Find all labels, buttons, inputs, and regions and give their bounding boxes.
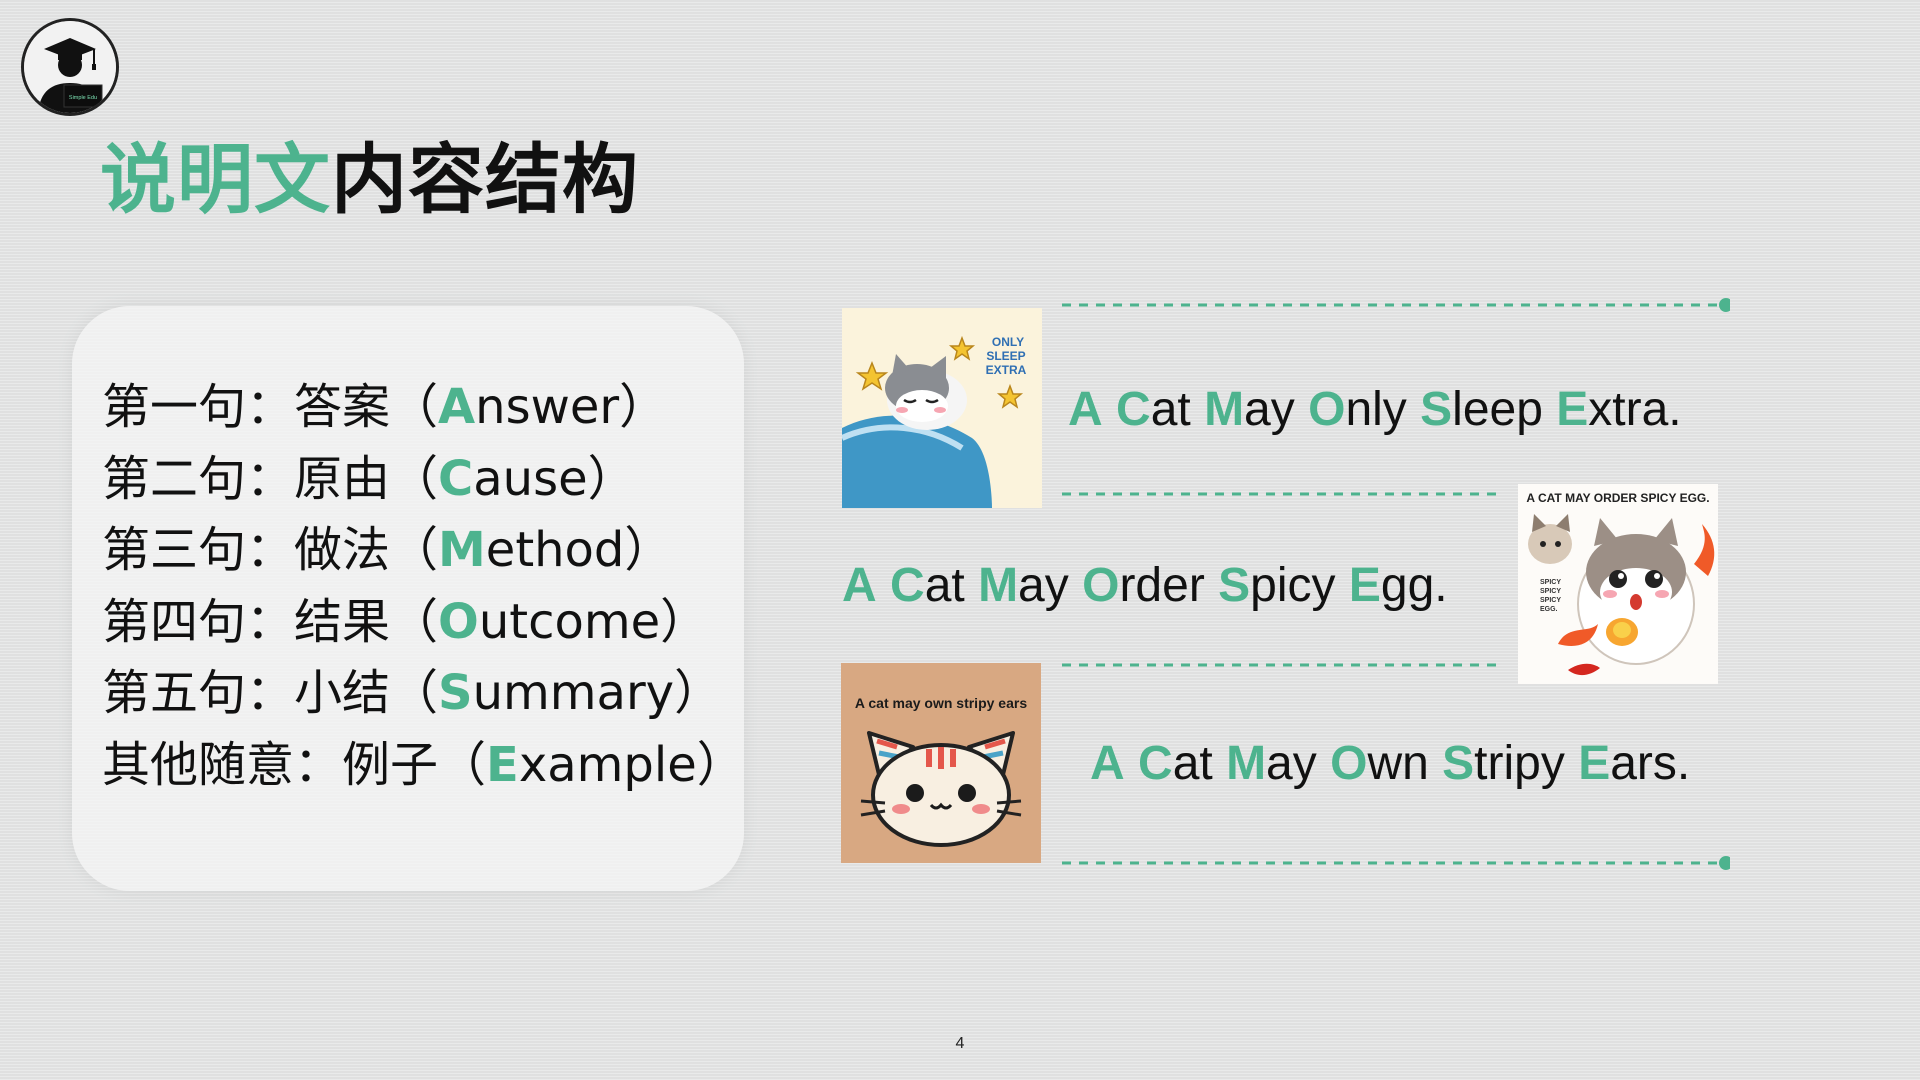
structure-item-initial: C (438, 450, 474, 507)
structure-item-rest: ethod） (485, 522, 673, 578)
egg-side-line-3: SPICY (1540, 597, 1561, 604)
mnemonic-rest: ay (1018, 559, 1069, 612)
structure-item-outcome: 第四句：结果（Outcome） (102, 587, 745, 659)
mnemonic-rest: gg. (1380, 559, 1448, 612)
structure-list: 第一句：答案（Answer） 第二句：原由（Cause） 第三句：做法（Meth… (102, 372, 745, 801)
stripy-ears-cat-icon: A cat may own stripy ears (841, 663, 1041, 863)
structure-item-rest: ummary） (472, 665, 723, 721)
structure-item-prefix: 其他随意：例子（ (102, 736, 487, 793)
spicy-egg-cat-icon: A CAT MAY ORDER SPICY EGG. SPICY SPICY S… (1518, 484, 1718, 684)
structure-item-prefix: 第二句：原由（ (102, 450, 439, 507)
mnemonic-initial: S (1218, 559, 1251, 612)
mnemonic-rest: at (1150, 383, 1191, 436)
mnemonic-initial: S (1442, 737, 1475, 790)
egg-side-line-1: SPICY (1540, 579, 1561, 586)
mnemonic-initial: C (1138, 737, 1173, 790)
mnemonic-rest: picy (1250, 559, 1336, 612)
mnemonic-initial: C (1116, 383, 1151, 436)
structure-item-initial: O (438, 593, 479, 650)
mnemonic-egg: A Cat May Order Spicy Egg. (842, 562, 1448, 610)
structure-item-answer: 第一句：答案（Answer） (102, 372, 745, 444)
mnemonic-rest: ars. (1610, 737, 1691, 790)
graduate-icon: Simple Edu (24, 21, 116, 113)
mnemonic-initial: O (1330, 737, 1368, 790)
structure-item-rest: nswer） (475, 379, 668, 435)
sleep-caption-line-2: SLEEP (986, 349, 1025, 363)
sleep-caption-line-1: ONLY (992, 335, 1024, 349)
structure-item-initial: M (438, 522, 486, 578)
mnemonic-initial: M (978, 559, 1019, 612)
mnemonic-rest: nly (1345, 383, 1407, 436)
structure-item-rest: ause） (473, 450, 636, 507)
mnemonic-initial: E (1578, 737, 1611, 790)
divider-top (1062, 298, 1730, 312)
structure-item-rest: utcome） (478, 593, 709, 650)
structure-item-prefix: 第四句：结果（ (102, 593, 439, 650)
structure-item-method: 第三句：做法（Method） (102, 515, 745, 587)
mnemonic-initial: E (1348, 559, 1381, 612)
stripy-ears-cat-image: A cat may own stripy ears (841, 663, 1041, 863)
structure-item-rest: xample） (518, 736, 745, 793)
mnemonic-rest: ay (1266, 737, 1317, 790)
sleeping-cat-image: ONLY SLEEP EXTRA (842, 308, 1042, 508)
divider-3 (1062, 663, 1502, 667)
egg-caption: A CAT MAY ORDER SPICY EGG. (1526, 491, 1709, 505)
divider-bottom (1062, 856, 1730, 870)
mnemonic-initial: O (1082, 559, 1120, 612)
mnemonic-initial: O (1308, 383, 1346, 436)
mnemonic-rest: xtra. (1588, 383, 1682, 436)
egg-side-line-2: SPICY (1540, 588, 1561, 595)
title-accent: 说明文 (100, 135, 331, 224)
mnemonic-rest: at (1172, 737, 1213, 790)
mnemonic-initial: A (842, 559, 877, 612)
mnemonic-rest: wn (1367, 737, 1429, 790)
spicy-egg-cat-image: A CAT MAY ORDER SPICY EGG. SPICY SPICY S… (1518, 484, 1718, 684)
mnemonic-sleep: A Cat May Only Sleep Extra. (1068, 386, 1682, 434)
structure-card: 第一句：答案（Answer） 第二句：原由（Cause） 第三句：做法（Meth… (72, 306, 745, 891)
structure-item-prefix: 第三句：做法（ (102, 522, 439, 578)
mnemonic-ears: A Cat May Own Stripy Ears. (1090, 740, 1690, 788)
mnemonic-initial: A (1068, 383, 1103, 436)
structure-item-summary: 第五句：小结（Summary） (102, 658, 745, 730)
structure-item-prefix: 第五句：小结（ (102, 665, 439, 721)
ears-caption: A cat may own stripy ears (855, 695, 1027, 711)
divider-2 (1062, 492, 1502, 496)
logo-text: Simple Edu (69, 95, 97, 101)
structure-item-example: 其他随意：例子（Example） (102, 730, 745, 802)
page-title: 说明文内容结构 (100, 138, 639, 222)
mnemonic-rest: tripy (1474, 737, 1565, 790)
mnemonic-initial: M (1204, 383, 1245, 436)
sleep-caption-line-3: EXTRA (986, 363, 1027, 377)
structure-item-initial: S (438, 665, 473, 721)
structure-item-cause: 第二句：原由（Cause） (102, 444, 745, 516)
sleeping-cat-icon: ONLY SLEEP EXTRA (842, 308, 1042, 508)
mnemonic-initial: M (1226, 737, 1267, 790)
title-rest: 内容结构 (331, 135, 639, 224)
mnemonic-initial: E (1556, 383, 1589, 436)
mnemonic-rest: rder (1119, 559, 1205, 612)
structure-item-initial: A (438, 379, 476, 435)
mnemonic-rest: ay (1244, 383, 1295, 436)
mnemonic-rest: leep (1452, 383, 1543, 436)
logo: Simple Edu (21, 18, 119, 116)
structure-item-prefix: 第一句：答案（ (102, 379, 439, 435)
mnemonic-rest: at (924, 559, 965, 612)
mnemonic-initial: C (890, 559, 925, 612)
mnemonic-initial: A (1090, 737, 1125, 790)
egg-side-line-4: EGG. (1540, 606, 1558, 613)
structure-item-initial: E (486, 736, 519, 793)
mnemonic-initial: S (1420, 383, 1453, 436)
page-number: 4 (955, 1035, 965, 1052)
